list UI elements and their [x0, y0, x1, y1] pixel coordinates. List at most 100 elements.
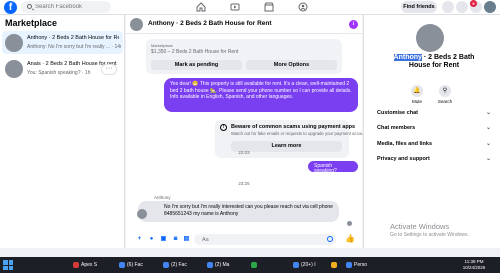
conversation-avatar	[5, 60, 23, 78]
conversation-preview: Anthony: No I'm sorry but I'm really ...…	[27, 44, 121, 50]
like-thumb-icon[interactable]: 👍	[345, 235, 355, 244]
taskbar-app-label: Perso	[354, 262, 368, 268]
message-input[interactable]	[202, 234, 322, 245]
browser-icon	[346, 262, 352, 268]
conversation-avatar	[5, 34, 23, 52]
gif-icon[interactable]: ▤	[183, 236, 190, 243]
warning-icon: !	[220, 124, 227, 131]
folder-icon	[331, 262, 337, 268]
nav-icons	[195, 1, 309, 13]
taskbar-app-label: (2) Fac	[171, 262, 187, 268]
section-label: Media, files and links	[377, 141, 433, 147]
mute-label: Mute	[411, 99, 422, 104]
microphone-icon[interactable]: ●	[148, 236, 155, 243]
chevron-down-icon: ⌄	[485, 156, 491, 162]
taskbar-app[interactable]: (2) Fac	[162, 259, 187, 271]
taskbar-app-label: (2) Ma	[215, 262, 230, 268]
video-icon[interactable]	[229, 1, 241, 13]
search-box[interactable]	[21, 1, 111, 13]
message-composer: + ● ▣ ◙ ▤ 👍	[126, 232, 362, 248]
app-icon	[251, 262, 257, 268]
taskbar-app[interactable]: (20+) I	[292, 259, 316, 271]
conversation-details-panel: Anthony · 2 Beds 2 Bath House for Rent 🔔…	[363, 15, 500, 248]
conversation-name: Anthony · 2 Beds 2 Bath House for Rent	[27, 35, 119, 41]
bell-icon: 🔔	[411, 85, 423, 97]
search-conversation-button[interactable]: ⚲ Search	[430, 85, 460, 104]
menu-grid-icon[interactable]	[442, 1, 454, 13]
message-timestamp: 22:03	[238, 150, 250, 155]
browser-icon	[119, 262, 125, 268]
activate-windows-watermark: Activate Windows Go to Settings to activ…	[390, 222, 469, 238]
chat-avatar[interactable]	[130, 18, 143, 31]
watermark-subtitle: Go to Settings to activate Windows.	[390, 232, 469, 238]
sender-name: Anthony	[154, 195, 171, 200]
taskbar-app[interactable]: (6) Fac	[118, 259, 143, 271]
mute-button[interactable]: 🔔 Mute	[402, 85, 432, 104]
marketplace-inbox-sidebar: Marketplace Anthony · 2 Beds 2 Bath Hous…	[0, 15, 125, 248]
section-label: Privacy and support	[377, 156, 430, 162]
chevron-down-icon: ⌄	[485, 141, 491, 147]
marketplace-icon[interactable]	[263, 1, 275, 13]
taskbar-app[interactable]: Apex S	[72, 259, 97, 271]
search-icon	[27, 4, 32, 9]
conversation-item[interactable]: Anthony · 2 Beds 2 Bath House for Rent A…	[2, 31, 123, 54]
more-options-button[interactable]: More Options	[246, 60, 337, 70]
mark-as-pending-button[interactable]: Mark as pending	[151, 60, 242, 70]
emoji-icon[interactable]	[327, 236, 333, 242]
groups-icon[interactable]	[297, 1, 309, 13]
taskbar-app[interactable]	[250, 259, 259, 271]
taskbar-app[interactable]: (2) Ma	[206, 259, 229, 271]
browser-icon	[163, 262, 169, 268]
privacy-support-section[interactable]: Privacy and support ⌄	[377, 154, 497, 164]
scam-warning-subtitle: Watch out for fake emails or requests to…	[231, 131, 369, 136]
taskbar-app-label: (20+) I	[301, 262, 316, 268]
taskbar-app[interactable]: Perso	[345, 259, 367, 271]
messenger-icon[interactable]	[456, 1, 468, 13]
outgoing-message[interactable]: Yes dear! 😁 This property is still avail…	[164, 78, 358, 112]
chat-panel: Anthony · 2 Beds 2 Bath House for Rent i…	[126, 15, 368, 248]
chat-members-section[interactable]: Chat members ⌄	[377, 123, 497, 133]
sidebar-title: Marketplace	[5, 18, 58, 28]
selected-name-text[interactable]: Anthony	[393, 54, 422, 61]
media-files-links-section[interactable]: Media, files and links ⌄	[377, 139, 497, 149]
taskbar-app-label: (6) Fac	[127, 262, 143, 268]
app-icon	[73, 262, 79, 268]
profile-avatar[interactable]	[484, 1, 496, 13]
outgoing-message[interactable]: Spanish speaking?	[308, 161, 358, 174]
conversation-details-title: Anthony · 2 Beds 2 Bath House for Rent	[384, 54, 484, 70]
taskbar-app[interactable]	[330, 259, 339, 271]
facebook-logo[interactable]: f	[4, 1, 17, 14]
search-label: Search	[437, 99, 453, 104]
add-circle-icon[interactable]: +	[136, 236, 143, 243]
seen-receipt-avatar	[347, 221, 352, 226]
sticker-icon[interactable]: ◙	[172, 236, 179, 243]
message-timestamp: 23:25	[238, 181, 250, 186]
message-field[interactable]	[194, 234, 336, 245]
windows-taskbar: Apex S (6) Fac (2) Fac (2) Ma (20+) I Pe…	[0, 257, 500, 273]
customise-chat-section[interactable]: Customise chat ⌄	[377, 108, 497, 118]
chevron-down-icon: ⌄	[485, 110, 491, 116]
conversation-more-button[interactable]: ···	[101, 64, 117, 75]
incoming-message-text: No I'm sorry but I'm really interested c…	[164, 204, 333, 217]
section-label: Chat members	[377, 125, 416, 131]
find-friends-button[interactable]: Find friends	[401, 1, 437, 13]
sender-avatar	[137, 209, 147, 219]
watermark-title: Activate Windows	[390, 222, 450, 231]
search-input[interactable]	[35, 1, 109, 13]
info-icon[interactable]: i	[349, 20, 358, 29]
browser-icon	[207, 262, 213, 268]
home-icon[interactable]	[195, 1, 207, 13]
section-label: Customise chat	[377, 110, 418, 116]
chat-title[interactable]: Anthony · 2 Beds 2 Bath House for Rent	[148, 20, 272, 27]
image-icon[interactable]: ▣	[160, 236, 167, 243]
conversation-photo	[416, 24, 444, 52]
clock-date: 10/24/2025	[462, 265, 486, 270]
windows-start-icon[interactable]	[3, 260, 13, 270]
incoming-message[interactable]: No I'm sorry but I'm really interested c…	[137, 201, 339, 222]
chat-header: Anthony · 2 Beds 2 Bath House for Rent i	[126, 15, 362, 34]
scam-warning-title: Beware of common scams using payment app…	[231, 124, 356, 130]
notification-count-badge: 9	[470, 0, 477, 7]
taskbar-clock[interactable]: 11:39 PM 10/24/2025	[459, 259, 489, 271]
chevron-down-icon: ⌄	[485, 125, 491, 131]
listing-price[interactable]: $1,350 – 2 Beds 2 Bath House for Rent	[151, 49, 238, 55]
